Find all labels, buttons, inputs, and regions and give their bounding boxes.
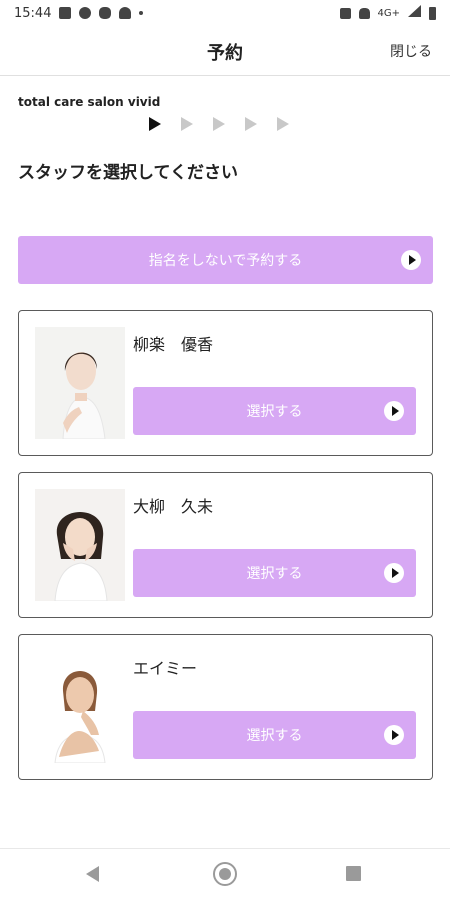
step-4-icon	[245, 117, 257, 131]
select-button-label: 選択する	[246, 404, 303, 420]
select-button-label: 選択する	[246, 728, 303, 744]
book-without-nomination-label: 指名をしないで予約する	[148, 253, 303, 269]
status-bar: 15:44 4G+	[0, 0, 450, 26]
step-1-active-icon	[149, 117, 161, 131]
step-5-icon	[277, 117, 289, 131]
staff-card: 大柳 久未 選択する	[18, 472, 433, 618]
home-icon[interactable]	[213, 862, 237, 886]
select-staff-button[interactable]: 選択する	[133, 549, 416, 597]
arrow-right-circle-icon	[384, 563, 404, 583]
staff-card: エイミー 選択する	[18, 634, 433, 780]
line-icon	[99, 7, 112, 19]
select-staff-button[interactable]: 選択する	[133, 711, 416, 759]
staff-photo	[35, 489, 125, 601]
person-icon	[119, 7, 132, 19]
status-left: 15:44	[14, 5, 144, 21]
mute-icon	[339, 7, 351, 19]
step-2-icon	[181, 117, 193, 131]
select-staff-button[interactable]: 選択する	[133, 387, 416, 435]
staff-name: 柳楽 優香	[133, 335, 214, 354]
arrow-right-circle-icon	[384, 725, 404, 745]
reservation-screen: 15:44 4G+ 予約 閉じる total care salon vivid …	[0, 0, 450, 900]
messenger-icon	[79, 7, 92, 19]
staff-name: エイミー	[133, 659, 198, 678]
arrow-right-circle-icon	[384, 401, 404, 421]
arrow-right-circle-icon	[401, 250, 421, 270]
system-nav-bar	[0, 848, 450, 900]
signal-icon	[408, 5, 421, 21]
book-without-nomination-button[interactable]: 指名をしないで予約する	[18, 236, 433, 284]
instruction-text: スタッフを選択してください	[18, 163, 238, 183]
close-button[interactable]: 閉じる	[390, 41, 432, 61]
staff-card: 柳楽 優香 選択する	[18, 310, 433, 456]
status-right: 4G+	[339, 5, 436, 21]
staff-name: 大柳 久未	[133, 497, 214, 516]
bell-off-icon	[358, 7, 370, 19]
app-header: 予約 閉じる	[0, 26, 450, 76]
salon-name: total care salon vivid	[18, 95, 161, 109]
select-button-label: 選択する	[246, 566, 303, 582]
staff-photo	[35, 327, 125, 439]
page-title: 予約	[207, 43, 243, 64]
battery-icon	[429, 6, 436, 20]
photo-icon	[59, 7, 72, 19]
recents-icon[interactable]	[346, 866, 361, 881]
step-3-icon	[213, 117, 225, 131]
back-icon[interactable]	[86, 866, 99, 882]
step-indicator	[149, 117, 289, 131]
dot-icon	[139, 11, 144, 15]
status-time: 15:44	[14, 5, 52, 21]
network-label: 4G+	[377, 7, 401, 19]
staff-photo	[35, 651, 125, 763]
